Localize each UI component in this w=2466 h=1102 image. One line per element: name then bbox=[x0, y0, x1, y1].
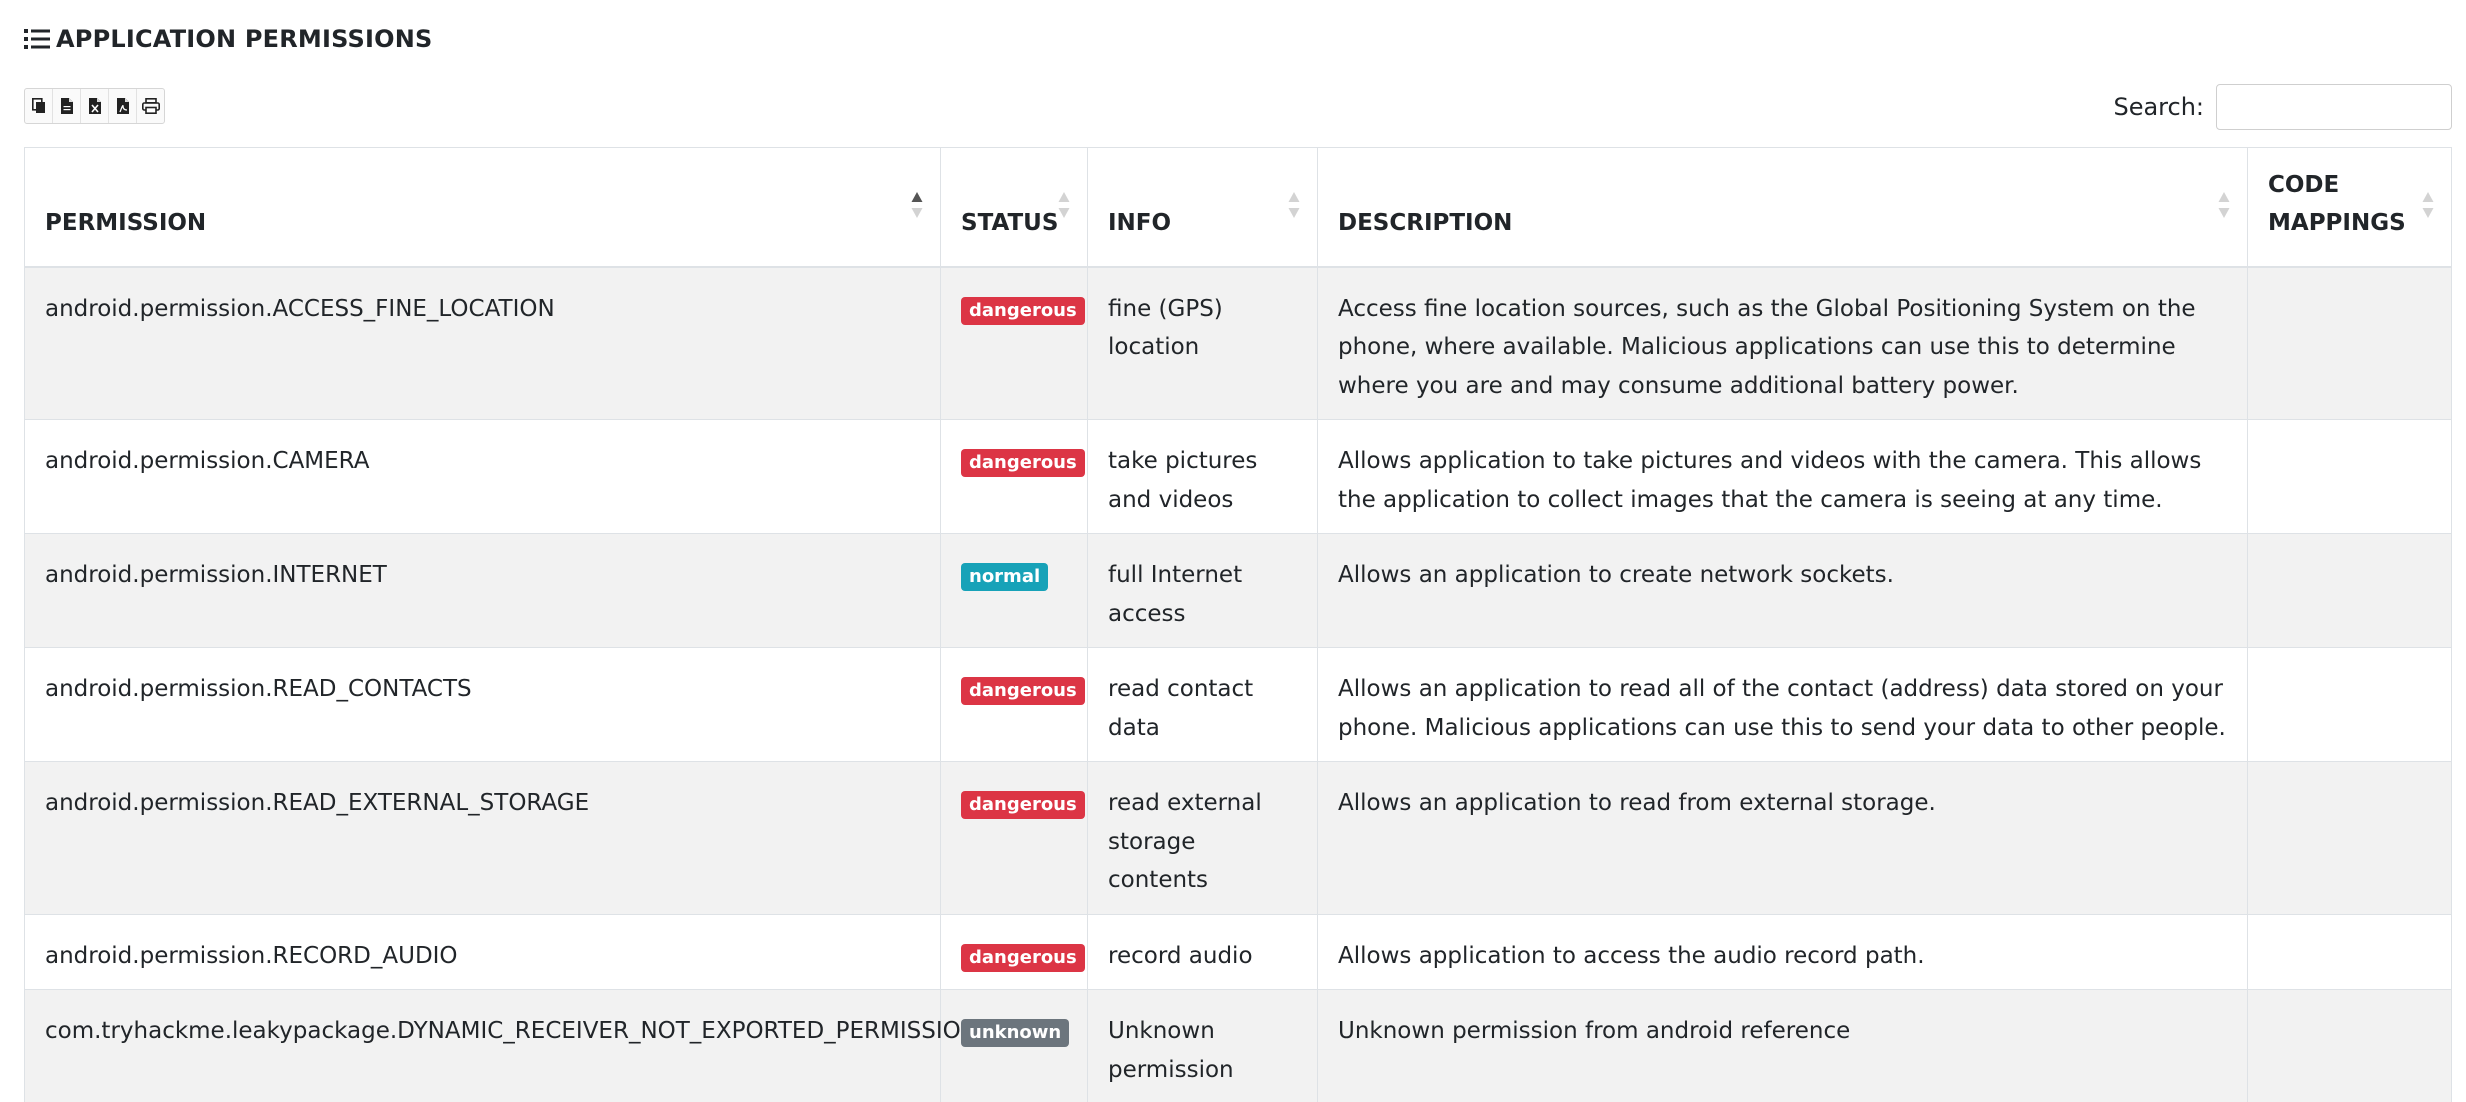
sort-icon bbox=[1058, 192, 1070, 218]
pdf-button[interactable] bbox=[109, 89, 137, 123]
table-row: com.tryhackme.leakypackage.DYNAMIC_RECEI… bbox=[24, 989, 2452, 1102]
status-cell: dangerous bbox=[940, 419, 1088, 534]
sort-icon bbox=[1288, 192, 1300, 218]
info-cell: read contact data bbox=[1087, 647, 1318, 762]
status-badge: unknown bbox=[961, 1019, 1070, 1047]
permission-cell: android.permission.READ_CONTACTS bbox=[24, 647, 941, 762]
status-cell: normal bbox=[940, 533, 1088, 648]
permission-cell: android.permission.ACCESS_FINE_LOCATION bbox=[24, 266, 941, 420]
table-row: android.permission.READ_EXTERNAL_STORAGE… bbox=[24, 761, 2452, 915]
status-badge: dangerous bbox=[961, 791, 1085, 819]
description-cell: Unknown permission from android referenc… bbox=[1317, 989, 2248, 1102]
table-row: android.permission.READ_CONTACTS dangero… bbox=[24, 647, 2452, 762]
permission-cell: android.permission.RECORD_AUDIO bbox=[24, 913, 941, 990]
status-cell: dangerous bbox=[940, 913, 1088, 990]
column-header-label: CODE bbox=[2268, 171, 2340, 198]
info-cell: read external storage contents bbox=[1087, 761, 1318, 915]
permission-cell: android.permission.CAMERA bbox=[24, 419, 941, 534]
description-cell: Allows an application to read all of the… bbox=[1317, 647, 2248, 762]
search-area: Search: bbox=[2113, 84, 2452, 130]
search-label: Search: bbox=[2113, 93, 2204, 121]
permissions-page: APPLICATION PERMISSIONS Search: PERMISSI… bbox=[0, 0, 2466, 1102]
status-cell: dangerous bbox=[940, 647, 1088, 762]
code-mappings-cell bbox=[2247, 419, 2452, 534]
description-cell: Allows application to take pictures and … bbox=[1317, 419, 2248, 534]
excel-button[interactable] bbox=[81, 89, 109, 123]
info-cell: take pictures and videos bbox=[1087, 419, 1318, 534]
copy-button[interactable] bbox=[25, 89, 53, 123]
print-icon bbox=[141, 98, 160, 114]
column-header-label: STATUS bbox=[961, 209, 1059, 236]
csv-icon bbox=[60, 98, 73, 114]
description-cell: Access fine location sources, such as th… bbox=[1317, 266, 2248, 420]
permission-cell: android.permission.INTERNET bbox=[24, 533, 941, 648]
copy-icon bbox=[31, 98, 45, 113]
column-header-label: DESCRIPTION bbox=[1338, 209, 1513, 236]
status-badge: dangerous bbox=[961, 677, 1085, 705]
column-header-label: PERMISSION bbox=[45, 209, 207, 236]
column-header-info[interactable]: INFO bbox=[1087, 147, 1318, 268]
status-cell: dangerous bbox=[940, 761, 1088, 915]
code-mappings-cell bbox=[2247, 913, 2452, 990]
permission-cell: android.permission.READ_EXTERNAL_STORAGE bbox=[24, 761, 941, 915]
column-header-label: MAPPINGS bbox=[2268, 209, 2406, 236]
status-badge: dangerous bbox=[961, 943, 1085, 972]
search-input[interactable] bbox=[2216, 84, 2452, 130]
pdf-icon bbox=[116, 98, 129, 114]
sort-ascending-icon bbox=[911, 192, 923, 218]
export-toolbar bbox=[24, 88, 165, 124]
print-button[interactable] bbox=[137, 89, 164, 123]
code-mappings-cell bbox=[2247, 647, 2452, 762]
excel-icon bbox=[88, 98, 101, 114]
status-badge: dangerous bbox=[961, 449, 1085, 477]
info-cell: Unknown permission bbox=[1087, 989, 1318, 1102]
status-cell: dangerous bbox=[940, 266, 1088, 420]
status-badge: dangerous bbox=[961, 296, 1085, 325]
code-mappings-cell bbox=[2247, 266, 2452, 420]
code-mappings-cell bbox=[2247, 533, 2452, 648]
section-title-text: APPLICATION PERMISSIONS bbox=[56, 25, 433, 53]
column-header-description[interactable]: DESCRIPTION bbox=[1317, 147, 2248, 268]
status-cell: unknown bbox=[940, 989, 1088, 1102]
info-cell: fine (GPS) location bbox=[1087, 266, 1318, 420]
status-badge: normal bbox=[961, 563, 1049, 591]
sort-icon bbox=[2422, 192, 2434, 218]
column-header-status[interactable]: STATUS bbox=[940, 147, 1088, 268]
column-header-permission[interactable]: PERMISSION bbox=[24, 147, 941, 268]
list-icon bbox=[24, 28, 50, 50]
info-cell: record audio bbox=[1087, 913, 1318, 990]
table-row: android.permission.CAMERA dangerous take… bbox=[24, 419, 2452, 534]
column-header-label: INFO bbox=[1108, 209, 1172, 236]
sort-icon bbox=[2218, 192, 2230, 218]
permissions-table: PERMISSION STATUS INFO DESCRIPTION CODE … bbox=[24, 147, 2452, 1102]
code-mappings-cell bbox=[2247, 989, 2452, 1102]
table-row: android.permission.ACCESS_FINE_LOCATION … bbox=[24, 266, 2452, 420]
table-header-row: PERMISSION STATUS INFO DESCRIPTION CODE … bbox=[24, 147, 2452, 268]
description-cell: Allows application to access the audio r… bbox=[1317, 913, 2248, 990]
csv-button[interactable] bbox=[53, 89, 81, 123]
description-cell: Allows an application to create network … bbox=[1317, 533, 2248, 648]
code-mappings-cell bbox=[2247, 761, 2452, 915]
info-cell: full Internet access bbox=[1087, 533, 1318, 648]
permission-cell: com.tryhackme.leakypackage.DYNAMIC_RECEI… bbox=[24, 989, 978, 1102]
description-cell: Allows an application to read from exter… bbox=[1317, 761, 2248, 915]
column-header-code-mappings[interactable]: CODE MAPPINGS bbox=[2247, 147, 2452, 268]
table-row: android.permission.INTERNET normal full … bbox=[24, 533, 2452, 648]
table-row: android.permission.RECORD_AUDIO dangerou… bbox=[24, 913, 2452, 990]
section-title: APPLICATION PERMISSIONS bbox=[24, 22, 433, 56]
